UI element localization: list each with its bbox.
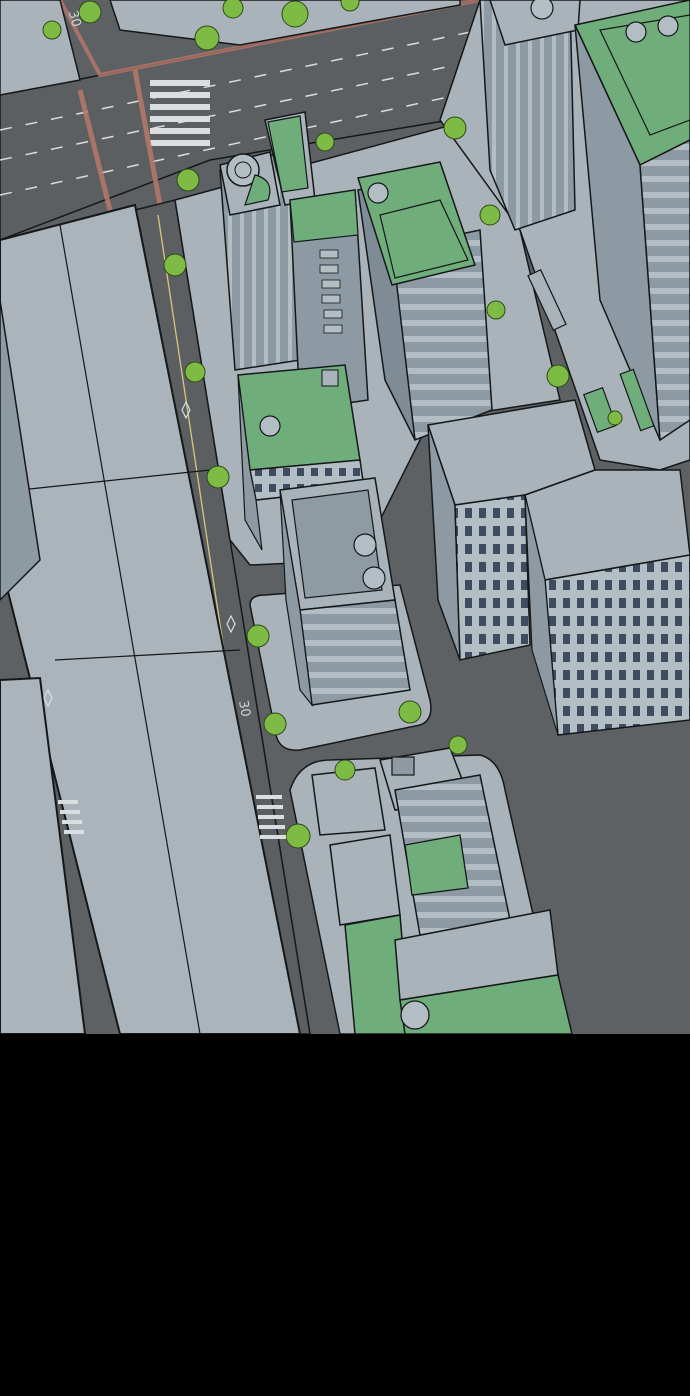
road-marking-speed: 30 [235,699,253,718]
green-roof-building [237,364,361,471]
rooftop-dome-icon [367,182,389,204]
bottom-building-c [329,834,401,926]
rooftop-unit-icon [353,533,377,557]
city-illustration: 30 30 [0,0,690,1034]
office-block-a-windows [454,494,531,661]
center-building-face [299,599,411,706]
rooftop-dome-icon-4 [625,21,647,43]
office-block-b-windows [544,554,690,736]
empty-bottom-band [0,1034,690,1396]
city-aerial-view: 30 30 [0,0,690,1034]
rooftop-dome-icon-2 [259,415,281,437]
rooftop-tank-icon [400,1000,430,1030]
rooftop-dome-icon-3 [530,0,554,20]
rooftop-unit-icon-2 [362,566,386,590]
